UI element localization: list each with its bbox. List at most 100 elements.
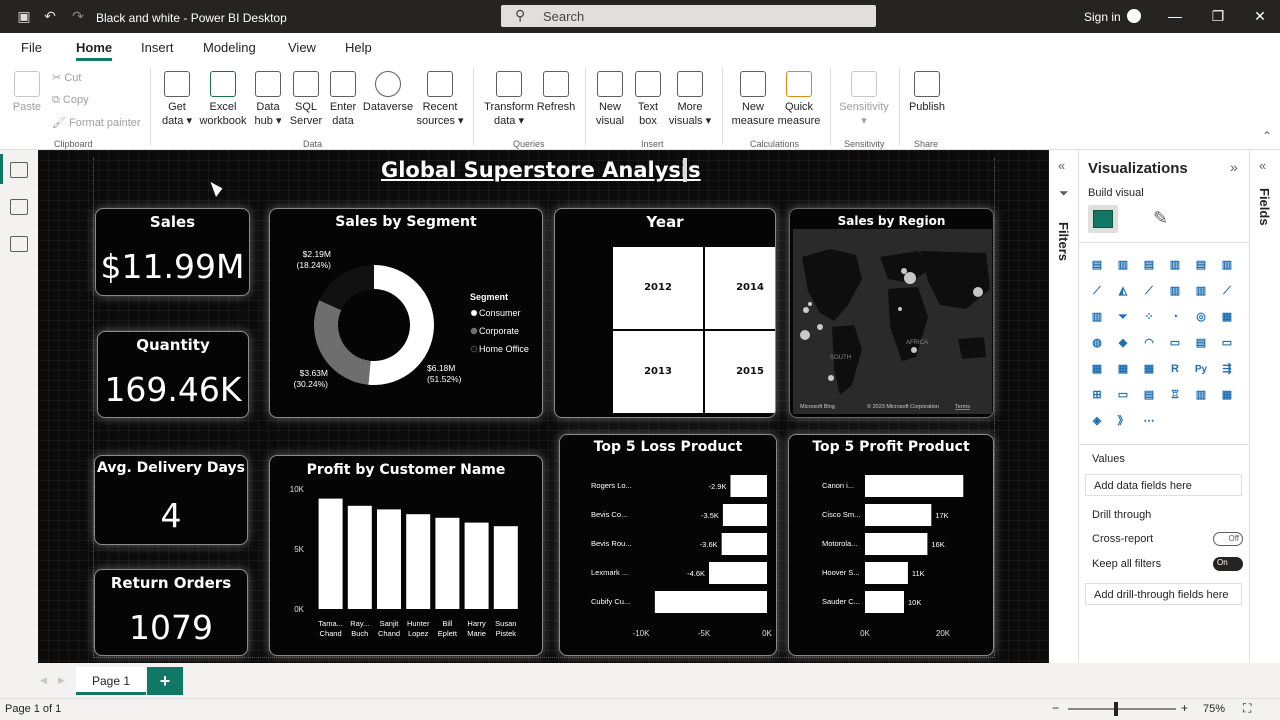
- expand-filters-icon[interactable]: «: [1058, 158, 1065, 173]
- prev-page-icon[interactable]: ◀: [40, 675, 47, 686]
- minimize-icon[interactable]: —: [1166, 7, 1184, 25]
- save-icon[interactable]: ▣: [16, 8, 32, 24]
- report-canvas[interactable]: Global Superstore Analysis Sales $11.99M…: [38, 150, 1049, 663]
- menu-home[interactable]: Home: [76, 40, 112, 55]
- new-measure-button[interactable]: New measure: [730, 71, 776, 128]
- visual-type-icon[interactable]: ♖: [1167, 388, 1183, 403]
- visual-type-icon[interactable]: ▦: [1219, 310, 1235, 325]
- redo-icon[interactable]: ↷: [70, 8, 86, 24]
- visual-type-icon[interactable]: ⏷: [1115, 310, 1131, 325]
- visual-type-icon[interactable]: ▥: [1089, 310, 1105, 325]
- avg-delivery-card[interactable]: Avg. Delivery Days 4: [94, 455, 248, 545]
- get-data-button[interactable]: Get data ▾: [158, 71, 196, 128]
- more-visuals-button[interactable]: More visuals ▾: [666, 71, 714, 128]
- visual-type-icon[interactable]: 》: [1115, 414, 1131, 429]
- sensitivity-button[interactable]: Sensitivity ▾: [836, 71, 892, 128]
- account-avatar[interactable]: [1127, 9, 1141, 23]
- year-tile-2013[interactable]: 2013: [613, 331, 703, 413]
- zoom-slider-thumb[interactable]: [1114, 702, 1118, 716]
- new-visual-button[interactable]: New visual: [592, 71, 628, 128]
- visual-type-icon[interactable]: ▥: [1219, 258, 1235, 273]
- visual-type-icon[interactable]: ▦: [1115, 362, 1131, 377]
- zoom-in-icon[interactable]: +: [1181, 701, 1188, 715]
- visual-type-icon[interactable]: ⋯: [1141, 414, 1157, 429]
- visual-type-icon[interactable]: ⟋: [1219, 284, 1235, 299]
- visual-type-icon[interactable]: ◭: [1115, 284, 1131, 299]
- sales-by-region-map[interactable]: Sales by Region SOUTH AFRICA Microsoft Bin…: [789, 208, 994, 418]
- visual-type-icon[interactable]: ▥: [1193, 388, 1209, 403]
- build-visual-tab[interactable]: [1088, 205, 1118, 233]
- visual-type-icon[interactable]: ◆: [1115, 336, 1131, 351]
- copy-button[interactable]: ⧉ Copy: [52, 94, 89, 107]
- year-tile-2015[interactable]: 2015: [705, 331, 775, 413]
- text-box-button[interactable]: Text box: [630, 71, 666, 128]
- collapse-visualizations-icon[interactable]: »: [1230, 159, 1238, 175]
- visual-type-icon[interactable]: R: [1167, 362, 1183, 377]
- year-tile-2014[interactable]: 2014: [705, 247, 775, 329]
- refresh-button[interactable]: Refresh: [536, 71, 576, 114]
- fit-to-page-icon[interactable]: ⛶: [1243, 701, 1251, 716]
- zoom-slider[interactable]: [1068, 708, 1176, 710]
- visual-type-icon[interactable]: ⁘: [1141, 310, 1157, 325]
- column-chart[interactable]: 10K5K0KTama...ChandRay...BuchSanjitChand…: [270, 456, 543, 656]
- model-view-icon[interactable]: [10, 236, 28, 252]
- visual-type-icon[interactable]: ▤: [1193, 336, 1209, 351]
- visual-type-icon[interactable]: ▦: [1141, 362, 1157, 377]
- visual-type-icon[interactable]: ◈: [1089, 414, 1105, 429]
- search-box[interactable]: ⚲ Search: [501, 5, 876, 27]
- values-drop-zone[interactable]: Add data fields here: [1085, 474, 1242, 496]
- donut-chart[interactable]: $6.18M(51.52%) $3.63M(30.24%) $2.19M(18.24…: [270, 209, 543, 418]
- expand-fields-icon[interactable]: «: [1259, 158, 1266, 173]
- zoom-out-icon[interactable]: −: [1052, 701, 1059, 715]
- visual-type-icon[interactable]: ▤: [1141, 258, 1157, 273]
- report-view-icon[interactable]: [10, 162, 28, 178]
- close-icon[interactable]: ✕: [1251, 7, 1269, 25]
- visual-type-icon[interactable]: ▥: [1193, 284, 1209, 299]
- visual-type-icon[interactable]: ◍: [1089, 336, 1105, 351]
- visual-type-icon[interactable]: ⊞: [1089, 388, 1105, 403]
- menu-help[interactable]: Help: [345, 40, 372, 55]
- return-orders-card[interactable]: Return Orders 1079: [94, 569, 248, 656]
- filters-pane-collapsed[interactable]: « ⏷ Filters: [1049, 150, 1079, 663]
- visual-type-icon[interactable]: ▤: [1193, 258, 1209, 273]
- menu-view[interactable]: View: [288, 40, 316, 55]
- sql-server-button[interactable]: SQL Server: [288, 71, 324, 128]
- format-painter-button[interactable]: 🖌 Format painter: [52, 116, 141, 129]
- visual-type-icon[interactable]: Py: [1193, 362, 1209, 377]
- visual-type-icon[interactable]: ▤: [1141, 388, 1157, 403]
- profit-bar-chart[interactable]: Canon i... Cisco Sm... 17K Motorola... 16K Ho…: [789, 435, 994, 656]
- cut-button[interactable]: ✂ Cut: [52, 71, 81, 84]
- enter-data-button[interactable]: Enter data: [326, 71, 360, 128]
- visual-type-icon[interactable]: ⟋: [1089, 284, 1105, 299]
- visual-type-icon[interactable]: ◔: [1167, 310, 1183, 325]
- transform-data-button[interactable]: Transform data ▾: [482, 71, 536, 128]
- sales-by-segment-chart[interactable]: Sales by Segment $6.18M (51.52%) $3.63M (30…: [269, 208, 543, 418]
- world-map[interactable]: SOUTH AFRICA Microsoft Bing © 2023 Microsof…: [790, 209, 994, 418]
- loss-bar-chart[interactable]: Rogers Lo... -2.9K Bevis Co... -3.5K Bevis R…: [560, 435, 777, 656]
- visual-type-icon[interactable]: ◠: [1141, 336, 1157, 351]
- cross-report-toggle[interactable]: Off: [1213, 532, 1243, 546]
- fields-pane-collapsed[interactable]: « Fields: [1250, 150, 1280, 663]
- profit-by-customer-chart[interactable]: Profit by Customer Name 10K 5K 0K Tama... Ch…: [269, 455, 543, 656]
- undo-icon[interactable]: ↶: [42, 8, 58, 24]
- visual-type-icon[interactable]: ▥: [1167, 258, 1183, 273]
- menu-file[interactable]: File: [21, 40, 42, 55]
- visual-type-icon[interactable]: ▤: [1089, 258, 1105, 273]
- top-5-profit-chart[interactable]: Top 5 Profit Product Canon i... Cisco Sm.…: [788, 434, 994, 656]
- table-view-icon[interactable]: [10, 199, 28, 215]
- visual-type-icon[interactable]: ▭: [1219, 336, 1235, 351]
- collapse-ribbon-icon[interactable]: ⌃: [1262, 129, 1272, 143]
- visual-type-icon[interactable]: ▦: [1089, 362, 1105, 377]
- report-title[interactable]: Global Superstore Analysis: [381, 158, 701, 182]
- recent-sources-button[interactable]: Recent sources ▾: [414, 71, 466, 128]
- visual-type-icon[interactable]: ▥: [1115, 258, 1131, 273]
- top-5-loss-chart[interactable]: Top 5 Loss Product Rogers Lo... -2.9K Bevi…: [559, 434, 777, 656]
- publish-button[interactable]: Publish: [904, 71, 950, 114]
- menu-modeling[interactable]: Modeling: [203, 40, 256, 55]
- paste-button[interactable]: Paste: [10, 71, 44, 114]
- visual-type-icon[interactable]: ▥: [1167, 284, 1183, 299]
- drill-through-drop-zone[interactable]: Add drill-through fields here: [1085, 583, 1242, 605]
- format-visual-icon[interactable]: ✎: [1153, 208, 1168, 229]
- visual-type-icon[interactable]: ▭: [1115, 388, 1131, 403]
- dataverse-button[interactable]: Dataverse: [362, 71, 414, 114]
